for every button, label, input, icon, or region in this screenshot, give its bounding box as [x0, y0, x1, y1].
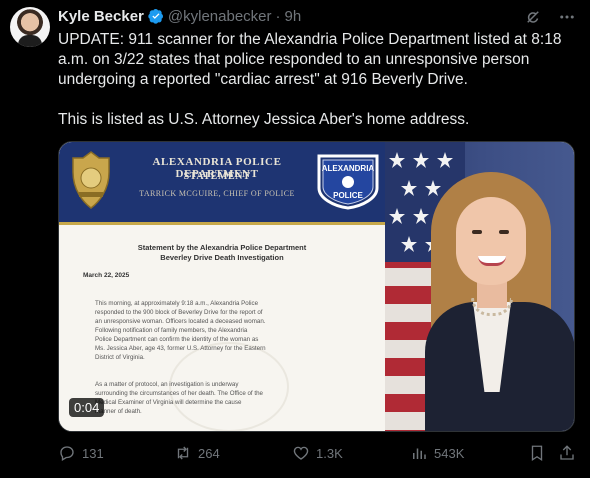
banner-divider — [59, 222, 385, 225]
face — [456, 197, 526, 285]
statement-subheading: Beverley Drive Death Investigation — [160, 253, 284, 262]
views-icon — [413, 448, 426, 459]
svg-text:POLICE: POLICE — [333, 191, 363, 200]
author-handle[interactable]: @kylenabecker — [168, 8, 272, 25]
repost-count: 264 — [198, 445, 220, 461]
heart-icon — [293, 446, 309, 460]
repost-icon — [177, 446, 189, 460]
share-icon — [560, 445, 574, 460]
right-eye — [499, 230, 509, 234]
portrait-photo — [385, 142, 574, 431]
video-duration-badge: 0:04 — [69, 398, 105, 417]
more-options-icon[interactable] — [558, 8, 576, 26]
banner-chief: TARRICK MCGUIRE, CHIEF OF POLICE — [139, 189, 295, 198]
reply-count: 131 — [82, 445, 104, 461]
share-button[interactable] — [558, 444, 576, 462]
police-patch-icon: ALEXANDRIA POLICE — [317, 154, 379, 210]
reply-icon — [60, 446, 74, 461]
tweet-timestamp[interactable]: 9h — [285, 8, 302, 25]
tweet-video[interactable]: ALEXANDRIA POLICE DEPARTMENT STATEMENT T… — [58, 141, 575, 432]
tweet-text: UPDATE: 911 scanner for the Alexandria P… — [58, 31, 562, 128]
verified-badge-icon — [148, 9, 163, 24]
banner-subtitle: STATEMENT — [183, 171, 251, 182]
svg-text:ALEXANDRIA: ALEXANDRIA — [322, 164, 375, 173]
author-avatar[interactable] — [10, 7, 50, 47]
statement-paragraph: As a matter of protocol, an investigatio… — [95, 381, 263, 415]
tweet-header: Kyle Becker @kylenabecker · 9h — [58, 6, 301, 26]
view-count: 543K — [434, 445, 465, 461]
views-button[interactable]: 543K — [410, 444, 464, 462]
tweet-action-bar: 131 264 1.3K 543K — [58, 444, 578, 468]
repost-button[interactable]: 264 — [174, 444, 220, 462]
statement-date: March 22, 2025 — [83, 272, 130, 279]
police-statement-document: ALEXANDRIA POLICE DEPARTMENT STATEMENT T… — [59, 142, 385, 431]
reply-button[interactable]: 131 — [58, 444, 104, 462]
police-badge-icon — [72, 151, 110, 209]
bookmark-button[interactable] — [528, 444, 546, 462]
like-button[interactable]: 1.3K — [292, 444, 343, 462]
bookmark-icon — [531, 445, 543, 462]
statement-heading: Statement by the Alexandria Police Depar… — [137, 243, 307, 252]
statement-paragraph: This morning, at approximately 9:18 a.m.… — [95, 300, 266, 361]
author-name[interactable]: Kyle Becker — [58, 8, 144, 25]
like-count: 1.3K — [316, 445, 343, 461]
header-separator: · — [275, 7, 281, 25]
left-eye — [472, 230, 482, 234]
grok-icon[interactable] — [524, 8, 542, 26]
tweet-top-actions — [524, 8, 576, 26]
